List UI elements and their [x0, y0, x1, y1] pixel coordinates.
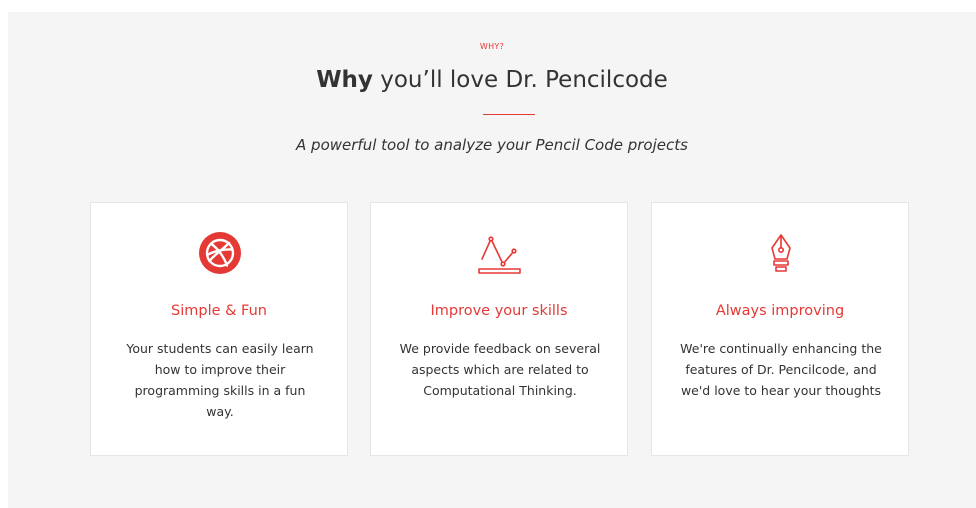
section-title: Why you’ll love Dr. Pencilcode — [8, 67, 976, 93]
feature-title: Always improving — [715, 303, 845, 319]
feature-card-improve-skills: Improve your skills We provide feedback … — [370, 202, 628, 456]
line-chart-icon — [476, 229, 524, 277]
feature-description: We're continually enhancing the features… — [680, 341, 882, 398]
section-eyebrow: WHY? — [479, 42, 505, 51]
section-title-rest: you’ll love Dr. Pencilcode — [372, 67, 668, 93]
pen-nib-icon — [757, 229, 805, 277]
feature-description: We provide feedback on several aspects w… — [399, 341, 601, 398]
feature-card-simple-fun: Simple & Fun Your students can easily le… — [90, 202, 348, 456]
feature-card-always-improving: Always improving We're continually enhan… — [651, 202, 909, 456]
dribbble-icon — [196, 229, 244, 277]
feature-title: Simple & Fun — [171, 303, 267, 319]
section-title-bold: Why — [316, 67, 373, 93]
section-subtitle: A powerful tool to analyze your Pencil C… — [296, 136, 688, 154]
feature-title: Improve your skills — [430, 303, 568, 319]
why-section: WHY? Why you’ll love Dr. Pencilcode A po… — [8, 12, 976, 508]
title-divider — [483, 114, 535, 115]
feature-description: Your students can easily learn how to im… — [126, 341, 314, 419]
